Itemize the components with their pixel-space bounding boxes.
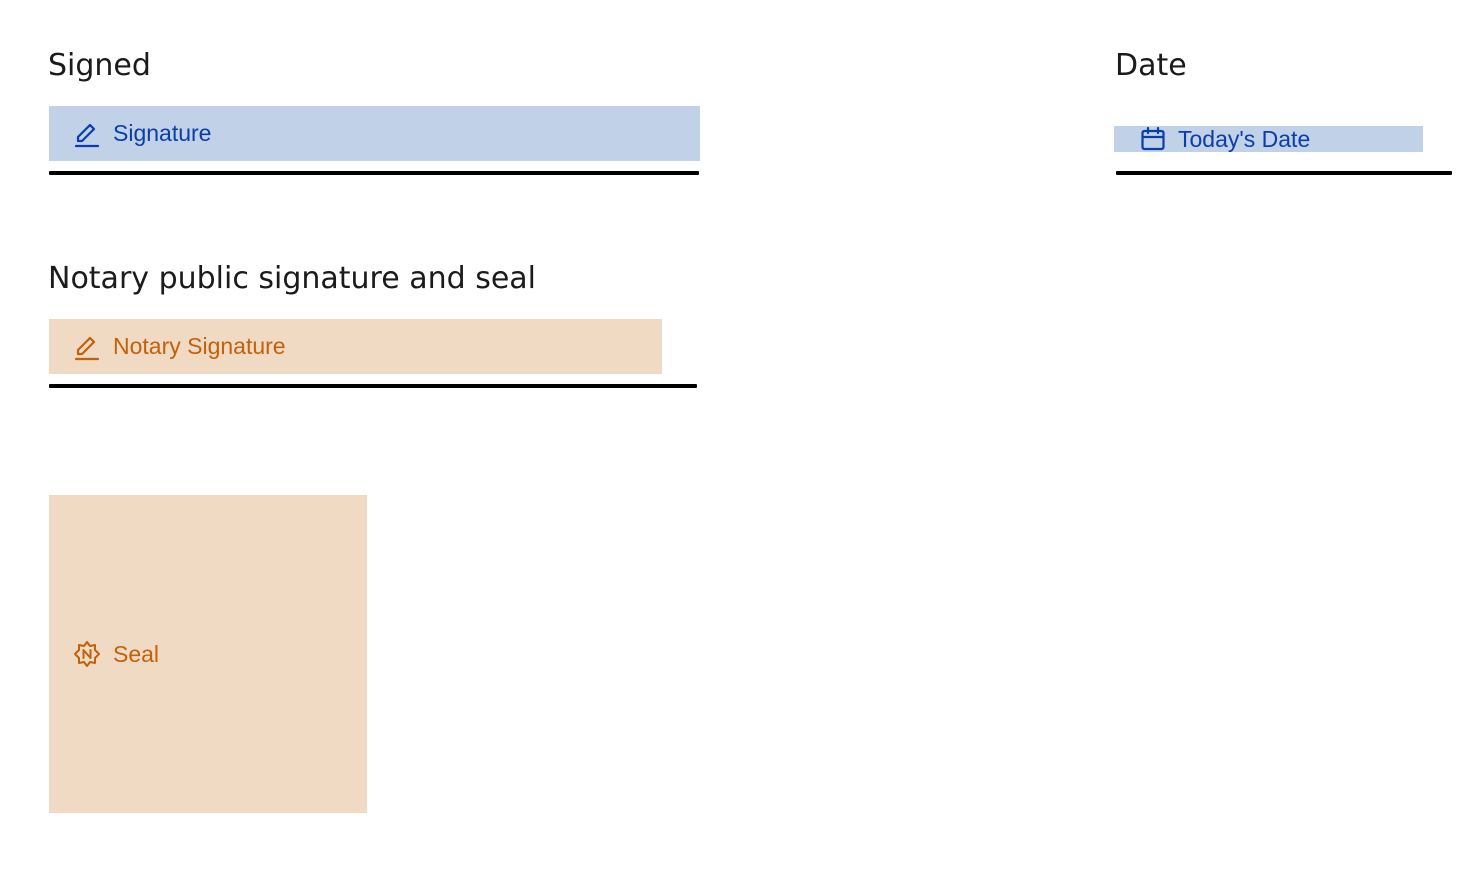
- date-field-label: Today's Date: [1178, 125, 1311, 152]
- signature-line: [49, 171, 699, 175]
- date-line: [1116, 171, 1452, 175]
- pen-icon: [73, 120, 101, 148]
- signature-field[interactable]: Signature: [49, 106, 700, 161]
- signed-label: Signed: [48, 48, 151, 83]
- notary-signature-line: [49, 384, 697, 388]
- notary-label: Notary public signature and seal: [48, 261, 536, 296]
- date-field[interactable]: Today's Date: [1114, 126, 1423, 152]
- date-label: Date: [1115, 48, 1187, 83]
- notary-signature-field-label: Notary Signature: [113, 333, 286, 359]
- signature-field-label: Signature: [113, 120, 212, 146]
- seal-field-label: Seal: [113, 640, 160, 667]
- notary-signature-field[interactable]: Notary Signature: [49, 319, 662, 374]
- seal-field[interactable]: Seal: [49, 495, 367, 813]
- calendar-icon: [1140, 126, 1166, 152]
- notary-seal-icon: [73, 640, 101, 668]
- pen-icon: [73, 333, 101, 361]
